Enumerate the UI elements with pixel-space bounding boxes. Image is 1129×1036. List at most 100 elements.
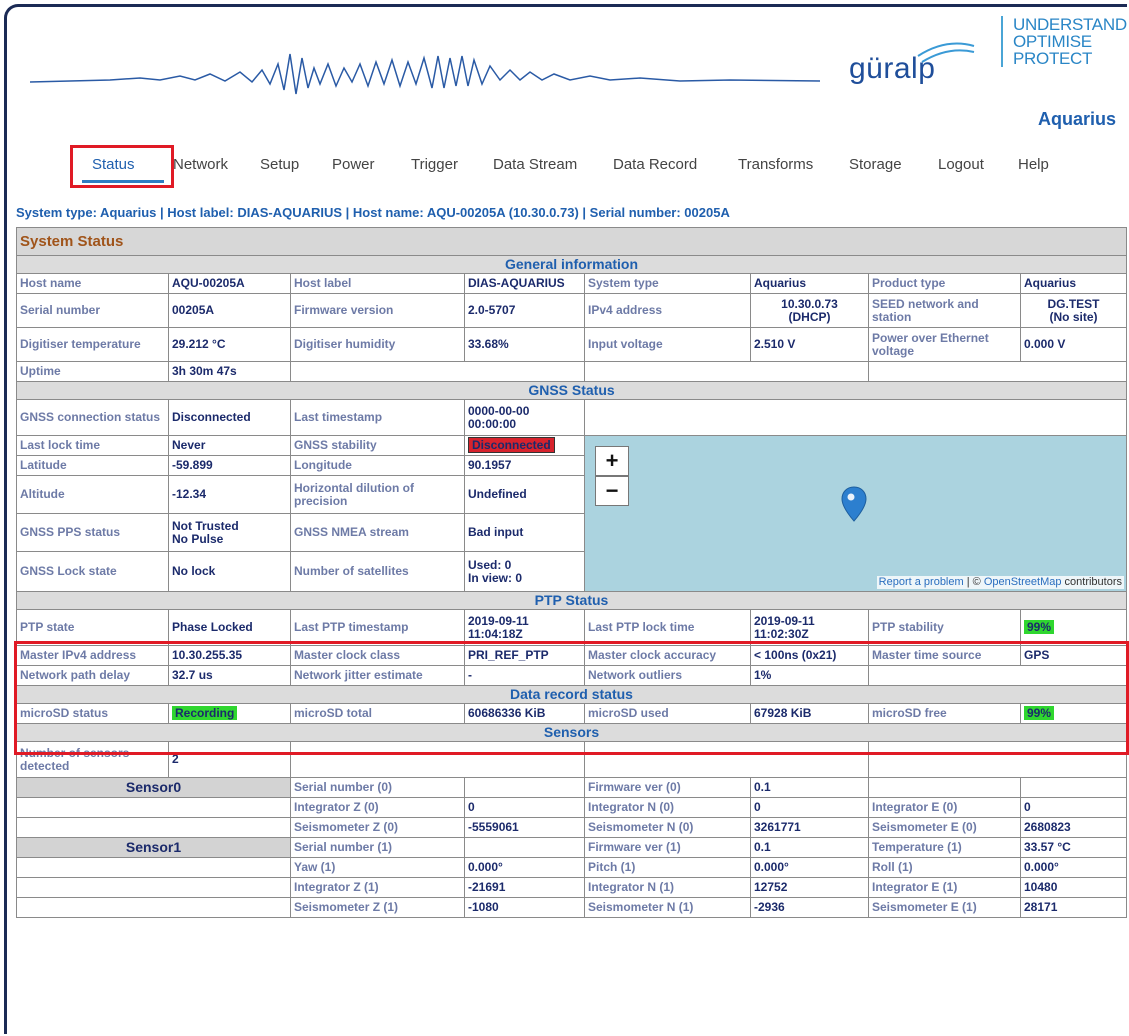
field-value: 3h 30m 47s <box>168 361 291 382</box>
field-value: 33.68% <box>464 327 585 362</box>
field-label: Serial number <box>16 293 169 328</box>
field-value: 3261771 <box>750 817 869 838</box>
empty-cell <box>868 665 1127 686</box>
nav-status[interactable]: Status <box>92 156 135 173</box>
section-title: GNSS Status <box>16 381 1127 400</box>
nav-power[interactable]: Power <box>332 156 375 173</box>
field-value: 29.212 °C <box>168 327 291 362</box>
field-value: No lock <box>168 551 291 592</box>
table-row: Integrator Z (0) 0 Integrator N (0) 0 In… <box>16 797 1127 818</box>
section-title: PTP Status <box>16 591 1127 610</box>
status-badge: Recording <box>172 706 238 720</box>
field-label: Digitiser humidity <box>290 327 465 362</box>
zoom-out-button[interactable]: − <box>595 476 629 506</box>
tagline-line: PROTECT <box>1013 49 1093 68</box>
main-nav: Status Network Setup Power Trigger Data … <box>68 145 1128 188</box>
osm-link[interactable]: OpenStreetMap <box>984 576 1062 588</box>
field-label: Master time source <box>868 645 1021 666</box>
field-label: Network jitter estimate <box>290 665 465 686</box>
field-label: Integrator Z (1) <box>290 877 465 898</box>
field-value: Undefined <box>464 475 585 514</box>
field-label: Firmware ver (1) <box>584 837 751 858</box>
field-value: -2936 <box>750 897 869 918</box>
field-label: microSD total <box>290 703 465 724</box>
sensor-header: Sensor0 <box>16 777 291 798</box>
field-value <box>464 837 585 858</box>
field-label: Integrator N (0) <box>584 797 751 818</box>
nav-setup[interactable]: Setup <box>260 156 299 173</box>
status-badge: Disconnected <box>468 437 555 453</box>
empty-cell <box>868 741 1127 778</box>
field-label: Latitude <box>16 455 169 476</box>
field-value: 0.000° <box>464 857 585 878</box>
empty-cell <box>16 817 291 838</box>
field-label: Horizontal dilution of precision <box>290 475 465 514</box>
nav-network[interactable]: Network <box>173 156 228 173</box>
field-label: Temperature (1) <box>868 837 1021 858</box>
brand-tagline: UNDERSTAND OPTIMISE PROTECT <box>1001 16 1127 67</box>
table-row: Seismometer Z (1) -1080 Seismometer N (1… <box>16 897 1127 918</box>
field-value-cell: Recording <box>168 703 291 724</box>
field-value: Phase Locked <box>168 609 291 646</box>
map-marker-icon[interactable] <box>841 486 867 522</box>
field-value <box>1020 777 1127 798</box>
empty-cell <box>16 877 291 898</box>
field-label: Firmware ver (0) <box>584 777 751 798</box>
empty-cell <box>290 741 585 778</box>
field-value: Aquarius <box>1020 273 1127 294</box>
report-problem-link[interactable]: Report a problem <box>879 576 964 588</box>
field-label: PTP stability <box>868 609 1021 646</box>
nav-help[interactable]: Help <box>1018 156 1049 173</box>
field-value: 12752 <box>750 877 869 898</box>
field-value: 10.30.255.35 <box>168 645 291 666</box>
field-label: GNSS stability <box>290 435 465 456</box>
field-value: 67928 KiB <box>750 703 869 724</box>
nav-data-record[interactable]: Data Record <box>613 156 697 173</box>
field-value: 2680823 <box>1020 817 1127 838</box>
field-value: 2.510 V <box>750 327 869 362</box>
nav-trigger[interactable]: Trigger <box>411 156 458 173</box>
field-value: 2.0-5707 <box>464 293 585 328</box>
field-value: Disconnected <box>168 399 291 436</box>
field-label: Host label <box>290 273 465 294</box>
field-value: DG.TEST (No site) <box>1020 293 1127 328</box>
field-value: 0 <box>750 797 869 818</box>
nav-transforms[interactable]: Transforms <box>738 156 813 173</box>
table-row: GNSS connection status Disconnected Last… <box>16 399 1127 436</box>
field-label: Seismometer E (0) <box>868 817 1021 838</box>
table-row: microSD status Recording microSD total 6… <box>16 703 1127 724</box>
field-label: Seismometer N (0) <box>584 817 751 838</box>
field-value: 2 <box>168 741 291 778</box>
field-value: 0.000° <box>1020 857 1127 878</box>
field-label: Host name <box>16 273 169 294</box>
field-value: 32.7 us <box>168 665 291 686</box>
field-label: Serial number (0) <box>290 777 465 798</box>
table-row: Seismometer Z (0) -5559061 Seismometer N… <box>16 817 1127 838</box>
field-label: SEED network and station <box>868 293 1021 328</box>
field-value: -12.34 <box>168 475 291 514</box>
field-label: microSD used <box>584 703 751 724</box>
nav-logout[interactable]: Logout <box>938 156 984 173</box>
field-value: 0.000° <box>750 857 869 878</box>
field-value: 10480 <box>1020 877 1127 898</box>
section-title: General information <box>16 255 1127 274</box>
field-label: Master clock accuracy <box>584 645 751 666</box>
field-label: Last lock time <box>16 435 169 456</box>
table-row: Sensor1 Serial number (1) Firmware ver (… <box>16 837 1127 858</box>
field-value: 33.57 °C <box>1020 837 1127 858</box>
field-label: Master clock class <box>290 645 465 666</box>
field-value: 0.1 <box>750 777 869 798</box>
field-value: Bad input <box>464 513 585 552</box>
gnss-map[interactable]: + − Report a problem | © OpenStreetMap c… <box>584 435 1127 592</box>
attribution-separator: | © <box>963 576 984 588</box>
field-value: < 100ns (0x21) <box>750 645 869 666</box>
field-value-cell: Disconnected <box>464 435 585 456</box>
empty-cell <box>16 797 291 818</box>
nav-storage[interactable]: Storage <box>849 156 902 173</box>
zoom-in-button[interactable]: + <box>595 446 629 476</box>
field-value <box>464 777 585 798</box>
field-label: Seismometer Z (0) <box>290 817 465 838</box>
header: güralp UNDERSTAND OPTIMISE PROTECT Aquar… <box>16 14 1127 129</box>
nav-data-stream[interactable]: Data Stream <box>493 156 577 173</box>
table-row: Last lock time Never GNSS stability Disc… <box>16 435 1127 592</box>
